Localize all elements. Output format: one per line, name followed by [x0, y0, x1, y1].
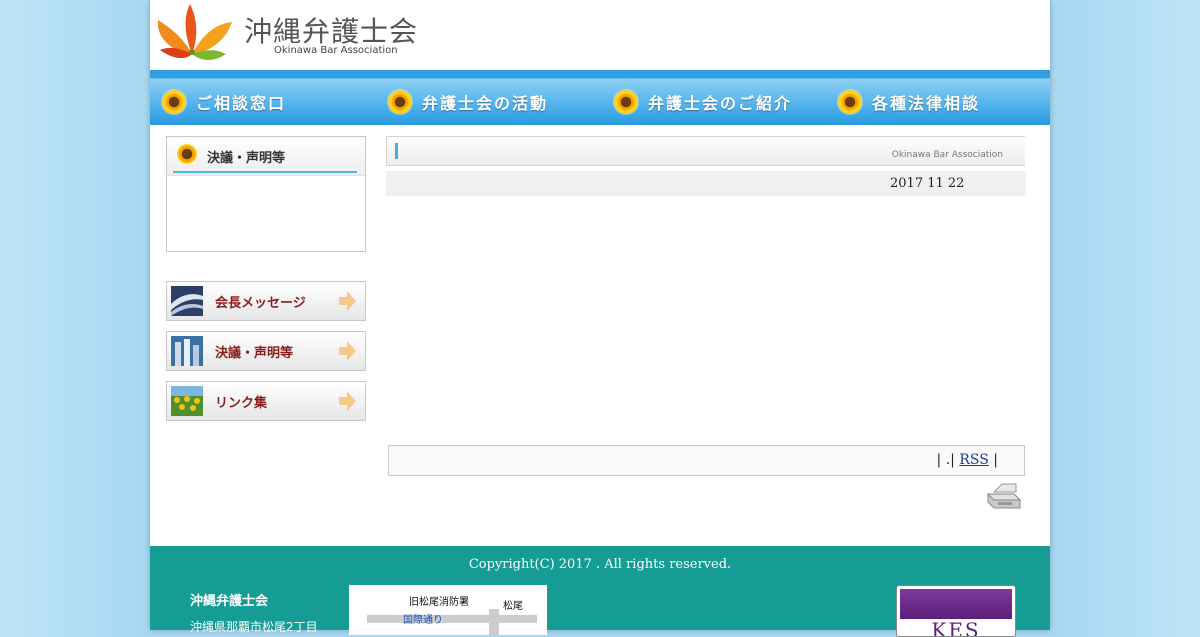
content-footer-text: | .| RSS | — [937, 452, 998, 468]
nav-label: ご相談窓口 — [196, 94, 287, 113]
banner-label: リンク集 — [215, 396, 268, 411]
logo-subtitle: Okinawa Bar Association — [274, 45, 398, 56]
president-message-thumbnail-icon — [171, 286, 203, 316]
resolutions-thumbnail-icon — [171, 336, 203, 366]
banner-label: 決議・声明等 — [215, 346, 294, 361]
sidebar-box-header: 決議・声明等 — [167, 137, 365, 176]
content-header: Okinawa Bar Association — [386, 136, 1025, 166]
rss-link[interactable]: RSS — [959, 452, 988, 468]
access-map[interactable]: 旧松尾消防署 国際通り 松尾 — [349, 585, 547, 635]
banner-resolutions[interactable]: 決議・声明等 — [166, 331, 366, 371]
nav-label: 弁護士会のご紹介 — [648, 94, 793, 113]
sunflower-icon — [388, 90, 412, 114]
logo-title: 沖縄弁護士会 — [244, 15, 419, 48]
post-date: 2017 11 22 — [890, 176, 965, 191]
copyright-text: Copyright(C) 2017 . All rights reserved. — [468, 557, 732, 572]
kes-badge[interactable]: KES — [896, 585, 1016, 637]
map-label-station: 旧松尾消防署 — [409, 597, 469, 608]
map-label-area: 松尾 — [503, 601, 523, 612]
map-road — [489, 609, 499, 635]
arrow-right-icon — [339, 391, 356, 411]
map-label-street: 国際通り — [403, 615, 443, 626]
footer-prefix: | .| — [936, 452, 955, 468]
site-footer: Copyright(C) 2017 . All rights reserved.… — [150, 546, 1050, 637]
banner-links[interactable]: リンク集 — [166, 381, 366, 421]
map-road — [367, 615, 537, 623]
kes-badge-graphic — [900, 589, 1012, 619]
banner-president-message[interactable]: 会長メッセージ — [166, 281, 366, 321]
sidebar-category-box: 決議・声明等 — [166, 136, 366, 252]
sunflower-icon — [177, 144, 197, 164]
footer-org-name: 沖縄弁護士会 — [190, 594, 269, 609]
nav-label: 各種法律相談 — [872, 94, 981, 113]
post-date-row: 2017 11 22 — [386, 171, 1026, 196]
banner-label: 会長メッセージ — [215, 296, 306, 311]
sunflower-icon — [838, 90, 862, 114]
footer-suffix: | — [993, 452, 998, 468]
printer-icon[interactable] — [986, 478, 1022, 512]
nav-item-legal-consultation[interactable]: 各種法律相談 — [838, 88, 980, 116]
nav-item-introduction[interactable]: 弁護士会のご紹介 — [614, 88, 792, 116]
sunflower-icon — [162, 90, 186, 114]
arrow-right-icon — [339, 291, 356, 311]
sunflower-field-thumbnail-icon — [171, 386, 203, 416]
main-navigation: ご相談窓口 弁護士会の活動 弁護士会のご紹介 各種法律相談 — [150, 70, 1050, 125]
arrow-right-icon — [339, 341, 356, 361]
site-header: 沖縄弁護士会 Okinawa Bar Association — [150, 0, 1050, 70]
sunflower-icon — [614, 90, 638, 114]
content-footer-bar: | .| RSS | — [388, 445, 1025, 476]
kes-badge-text: KES — [931, 618, 981, 637]
header-accent-bar — [395, 143, 398, 159]
page-container: 沖縄弁護士会 Okinawa Bar Association ご相談窓口 弁護士… — [150, 0, 1050, 637]
footer-address: 沖縄県那覇市松尾2丁目 — [190, 620, 318, 634]
content-header-subtitle: Okinawa Bar Association — [891, 150, 1003, 160]
sidebar-box-title: 決議・声明等 — [207, 151, 286, 166]
divider — [173, 171, 357, 173]
nav-item-consultation[interactable]: ご相談窓口 — [162, 88, 286, 116]
nav-label: 弁護士会の活動 — [422, 94, 549, 113]
nav-item-activities[interactable]: 弁護士会の活動 — [388, 88, 548, 116]
okinawa-bar-logo-icon[interactable] — [152, 2, 236, 62]
